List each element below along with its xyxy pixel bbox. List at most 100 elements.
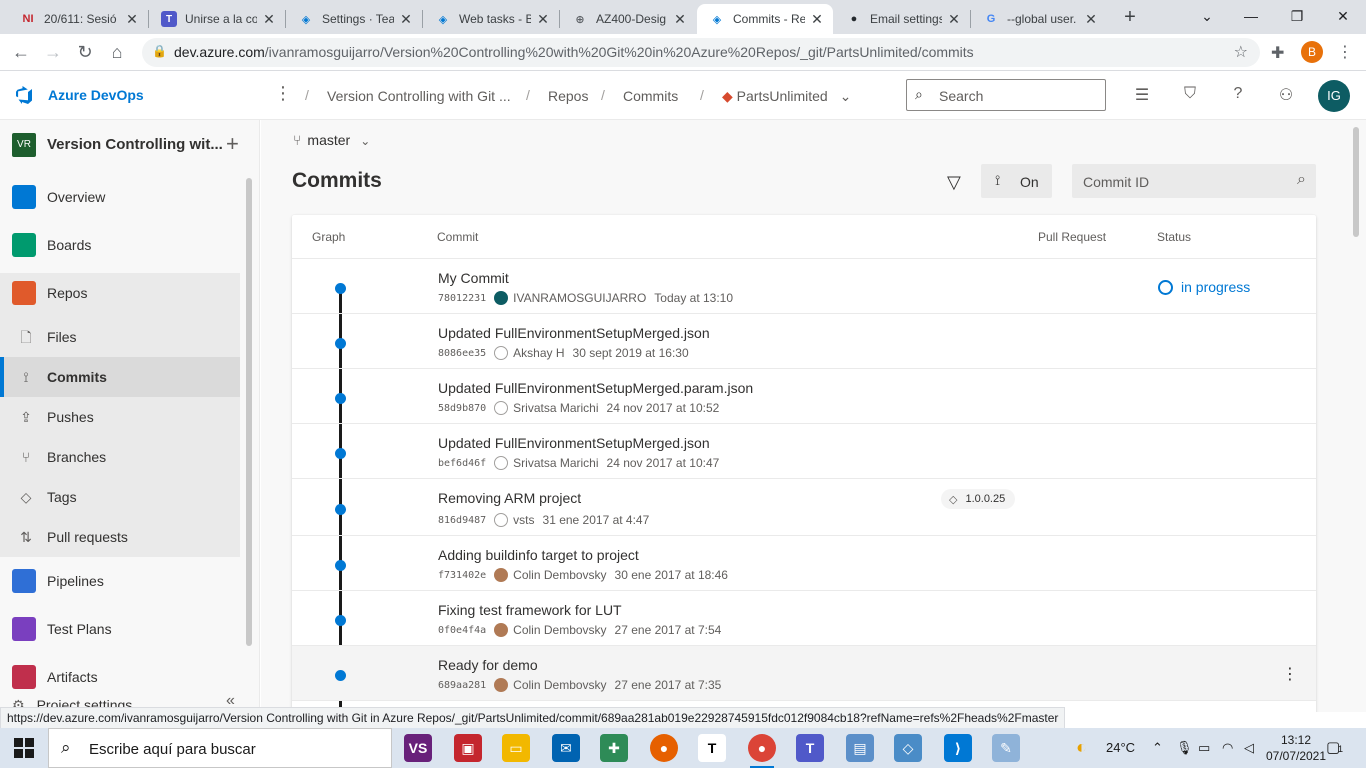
azure-data-studio-icon[interactable]: ◇ [894, 734, 922, 762]
commit-hash[interactable]: 816d9487 [438, 515, 486, 526]
project-header[interactable]: VR Version Controlling wit... + [12, 131, 252, 157]
main-scrollbar[interactable] [1353, 127, 1359, 237]
commit-hash[interactable]: 689aa281 [438, 680, 486, 691]
commit-message[interactable]: Updated FullEnvironmentSetupMerged.json [438, 435, 710, 451]
new-tab-button[interactable]: + [1118, 6, 1142, 30]
bookmark-star-icon[interactable]: ☆ [1234, 42, 1248, 62]
mail-icon[interactable]: ✉ [552, 734, 580, 762]
breadcrumb-commits[interactable]: Commits [623, 88, 678, 104]
file-explorer-icon[interactable]: ▭ [502, 734, 530, 762]
temperature[interactable]: 24°C [1106, 740, 1135, 755]
taskbar-search-input[interactable]: ⌕ Escribe aquí para buscar [48, 728, 392, 768]
back-button[interactable]: ← [8, 40, 34, 66]
table-row[interactable]: Updated FullEnvironmentSetupMerged.json … [292, 424, 1316, 479]
browser-tab-active[interactable]: ◈ Commits - Re ✕ [697, 4, 833, 34]
filter-icon[interactable]: ▽ [947, 172, 961, 193]
close-icon[interactable]: ✕ [535, 11, 551, 28]
app-name[interactable]: Azure DevOps [48, 87, 144, 103]
graph-toggle-button[interactable]: ⟟ On [981, 164, 1052, 198]
browser-menu-icon[interactable]: ⋮ [1337, 42, 1353, 62]
search-input[interactable]: ⌕ Search [906, 79, 1106, 111]
windows-start-icon[interactable] [14, 738, 34, 758]
commit-message[interactable]: Ready for demo [438, 657, 538, 673]
browser-tab[interactable]: G --global user. ✕ [971, 4, 1107, 34]
user-settings-icon[interactable]: ⚇ [1276, 85, 1296, 105]
commit-hash[interactable]: 58d9b870 [438, 403, 486, 414]
more-actions-icon[interactable]: ⋮ [1282, 664, 1298, 684]
sidebar-item-tags[interactable]: ◇ Tags [0, 477, 240, 517]
help-icon[interactable]: ? [1228, 85, 1248, 105]
sidebar-item-commits[interactable]: ⟟ Commits [0, 357, 240, 397]
azure-devops-logo-icon[interactable] [14, 85, 34, 105]
wifi-icon[interactable]: ◠ [1222, 740, 1233, 756]
extensions-icon[interactable]: ✚ [1271, 43, 1284, 63]
close-icon[interactable]: ✕ [1083, 11, 1099, 28]
sidebar-scrollbar[interactable] [246, 178, 252, 646]
table-row[interactable]: Adding buildinfo target to project f7314… [292, 536, 1316, 591]
network-app-icon[interactable]: ✚ [600, 734, 628, 762]
branch-selector[interactable]: ⑂ master ⌄ [293, 132, 370, 148]
marketplace-icon[interactable]: ⛉ [1180, 85, 1200, 105]
browser-tab[interactable]: ◈ Settings · Tea ✕ [286, 4, 422, 34]
list-icon[interactable]: ☰ [1132, 85, 1152, 105]
visual-studio-icon[interactable]: VS [404, 734, 432, 762]
table-row[interactable]: Updated FullEnvironmentSetupMerged.param… [292, 369, 1316, 424]
browser-tab[interactable]: ◈ Web tasks - B ✕ [423, 4, 559, 34]
commit-hash[interactable]: f731402e [438, 570, 486, 581]
sidebar-item-pull-requests[interactable]: ⇅ Pull requests [0, 517, 240, 557]
browser-tab[interactable]: ● Email settings ✕ [834, 4, 970, 34]
browser-profile-avatar[interactable]: B [1301, 41, 1323, 63]
typora-icon[interactable]: T [698, 734, 726, 762]
tag-badge[interactable]: ◇ 1.0.0.25 [941, 489, 1016, 509]
maximize-button[interactable]: ❐ [1274, 0, 1320, 34]
commit-id-search-input[interactable]: Commit ID ⌕ [1072, 164, 1316, 198]
sidebar-item-pipelines[interactable]: Pipelines [0, 561, 240, 601]
commit-hash[interactable]: bef6d46f [438, 458, 486, 469]
commit-hash[interactable]: 78012231 [438, 293, 486, 304]
table-row[interactable]: Removing ARM project 816d9487 vsts 31 en… [292, 479, 1316, 536]
sidebar-item-pushes[interactable]: ⇪ Pushes [0, 397, 240, 437]
sidebar-item-boards[interactable]: Boards [0, 225, 240, 265]
sidebar-item-test-plans[interactable]: Test Plans [0, 609, 240, 649]
commit-hash[interactable]: 8086ee35 [438, 348, 486, 359]
microphone-icon[interactable]: 🎙 [1176, 740, 1193, 756]
firefox-icon[interactable]: ● [650, 734, 678, 762]
browser-tab[interactable]: ⊕ AZ400-Desig ✕ [560, 4, 696, 34]
forward-button[interactable]: → [40, 40, 66, 66]
commit-hash[interactable]: 0f0e4f4a [438, 625, 486, 636]
close-icon[interactable]: ✕ [261, 11, 277, 28]
sidebar-item-files[interactable]: 🗋 Files [0, 317, 240, 357]
table-row[interactable]: Ready for demo 689aa281 Colin Dembovsky … [292, 646, 1316, 701]
volume-icon[interactable]: ◁ [1244, 740, 1254, 756]
table-row[interactable]: My Commit 78012231 IVANRAMOSGUIJARRO Tod… [292, 259, 1316, 314]
teams-icon[interactable]: T [796, 734, 824, 762]
sidebar-item-branches[interactable]: ⑂ Branches [0, 437, 240, 477]
sidebar-item-overview[interactable]: Overview [0, 177, 240, 217]
vscode-icon[interactable]: ⟩ [944, 734, 972, 762]
window-close-button[interactable]: ✕ [1320, 0, 1366, 34]
user-avatar[interactable]: IG [1318, 80, 1350, 112]
status-badge[interactable]: in progress [1158, 279, 1250, 295]
table-row[interactable]: Updated FullEnvironmentSetupMerged.json … [292, 314, 1316, 369]
notepad-icon[interactable]: ▤ [846, 734, 874, 762]
commit-message[interactable]: Updated FullEnvironmentSetupMerged.param… [438, 380, 753, 396]
minimize-button[interactable]: — [1228, 0, 1274, 34]
commit-message[interactable]: Updated FullEnvironmentSetupMerged.json [438, 325, 710, 341]
close-icon[interactable]: ✕ [124, 11, 140, 28]
commit-message[interactable]: Fixing test framework for LUT [438, 602, 622, 618]
chrome-icon[interactable]: ● [748, 734, 776, 768]
add-icon[interactable]: + [226, 131, 239, 157]
tray-expand-icon[interactable]: ⌃ [1152, 740, 1163, 756]
close-icon[interactable]: ✕ [672, 11, 688, 28]
paint-icon[interactable]: ✎ [992, 734, 1020, 762]
commit-message[interactable]: Adding buildinfo target to project [438, 547, 639, 563]
browser-tab[interactable]: NI 20/611: Sesió ✕ [8, 4, 148, 34]
close-icon[interactable]: ✕ [946, 11, 962, 28]
breadcrumb-repos[interactable]: Repos [548, 88, 588, 104]
battery-icon[interactable]: ▭ [1198, 740, 1210, 756]
url-input[interactable]: 🔒 dev.azure.com/ivanramosguijarro/Versio… [142, 38, 1260, 67]
browser-tab[interactable]: T Unirse a la co ✕ [149, 4, 285, 34]
table-row[interactable]: Fixing test framework for LUT 0f0e4f4a C… [292, 591, 1316, 646]
breadcrumb-project[interactable]: Version Controlling with Git ... [327, 88, 511, 104]
home-button[interactable]: ⌂ [104, 40, 130, 66]
